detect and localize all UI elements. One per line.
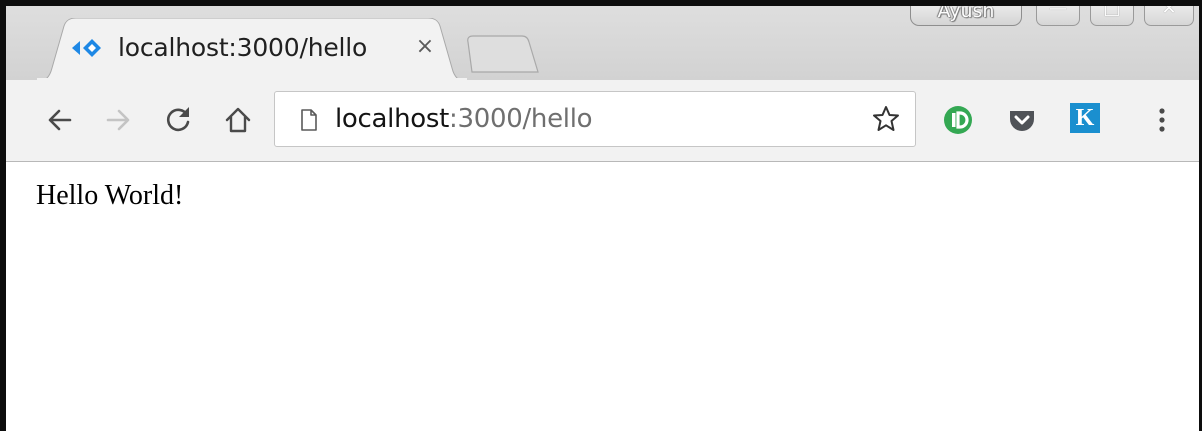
diamond-arrows-icon <box>72 39 101 57</box>
address-bar[interactable]: localhost:3000/hello <box>274 91 916 147</box>
back-arrow-icon[interactable] <box>44 104 76 136</box>
url-path: :3000/hello <box>449 104 593 134</box>
close-window-button[interactable]: ✕ <box>1144 6 1194 26</box>
tab-title: localhost:3000/hello <box>118 33 368 62</box>
tab-strip: Ayush — □ ✕ localhost:3000/hello × <box>6 6 1199 82</box>
minimize-button[interactable]: — <box>1036 6 1080 26</box>
page-body-text: Hello World! <box>36 180 184 211</box>
pocket-extension-icon[interactable] <box>1006 104 1038 136</box>
url-text[interactable]: localhost:3000/hello <box>335 104 593 134</box>
page-content: Hello World! <box>6 162 1199 431</box>
url-host: localhost <box>335 104 450 134</box>
k-extension-icon[interactable]: K <box>1070 103 1100 133</box>
toolbar: localhost:3000/hello K <box>6 80 1199 162</box>
green-circle-extension-icon[interactable] <box>942 104 974 136</box>
profile-button[interactable]: Ayush <box>910 6 1022 26</box>
home-icon[interactable] <box>222 104 254 136</box>
maximize-button[interactable]: □ <box>1090 6 1134 26</box>
new-tab-button[interactable] <box>466 34 540 74</box>
reload-icon[interactable] <box>162 104 194 136</box>
bookmark-star-icon[interactable] <box>871 104 901 134</box>
tab-close-icon[interactable]: × <box>412 34 438 60</box>
page-info-icon[interactable] <box>299 108 319 132</box>
menu-dots-icon[interactable] <box>1146 104 1178 136</box>
browser-window: Ayush — □ ✕ localhost:3000/hello × local… <box>0 0 1202 431</box>
forward-arrow-icon[interactable] <box>102 104 134 136</box>
tab-active[interactable]: localhost:3000/hello × <box>36 18 468 82</box>
